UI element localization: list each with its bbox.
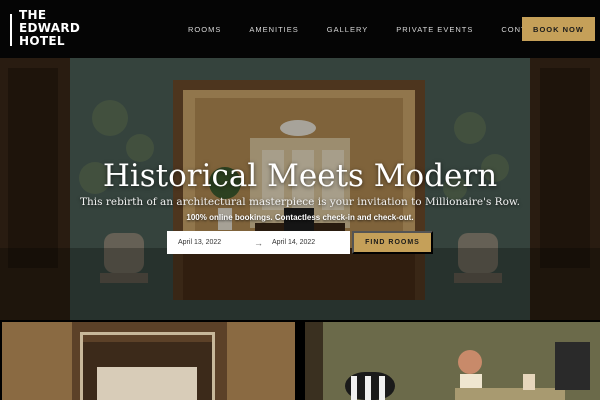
- find-rooms-button[interactable]: FIND ROOMS: [352, 231, 433, 254]
- nav-gallery[interactable]: GALLERY: [327, 25, 368, 34]
- check-in-date[interactable]: April 13, 2022: [178, 239, 221, 246]
- book-now-button[interactable]: BOOK NOW: [522, 17, 595, 41]
- room-bed-image: [2, 322, 295, 400]
- nav-private-events[interactable]: PRIVATE EVENTS: [396, 25, 473, 34]
- date-range-picker[interactable]: April 13, 2022 → April 14, 2022: [167, 231, 350, 254]
- room-lounge-image: [305, 322, 600, 400]
- top-navigation: THE EDWARD HOTEL ROOMS AMENITIES GALLERY…: [0, 0, 600, 58]
- promo-text: 100% online bookings. Contactless check-…: [186, 213, 414, 222]
- room-photo-2[interactable]: [305, 322, 600, 400]
- hotel-logo[interactable]: THE EDWARD HOTEL: [19, 9, 80, 48]
- room-photo-1[interactable]: [2, 322, 295, 400]
- hero-title: Historical Meets Modern: [102, 158, 498, 194]
- logo-bar: [10, 14, 12, 46]
- nav-amenities[interactable]: AMENITIES: [249, 25, 298, 34]
- hero-banner: Historical Meets Modern This rebirth of …: [0, 58, 600, 320]
- check-out-date[interactable]: April 14, 2022: [272, 239, 315, 246]
- hero-subtitle: This rebirth of an architectural masterp…: [79, 196, 520, 208]
- arrow-right-icon: →: [254, 237, 263, 248]
- nav-rooms[interactable]: ROOMS: [188, 25, 221, 34]
- logo-line-3: HOTEL: [19, 34, 65, 48]
